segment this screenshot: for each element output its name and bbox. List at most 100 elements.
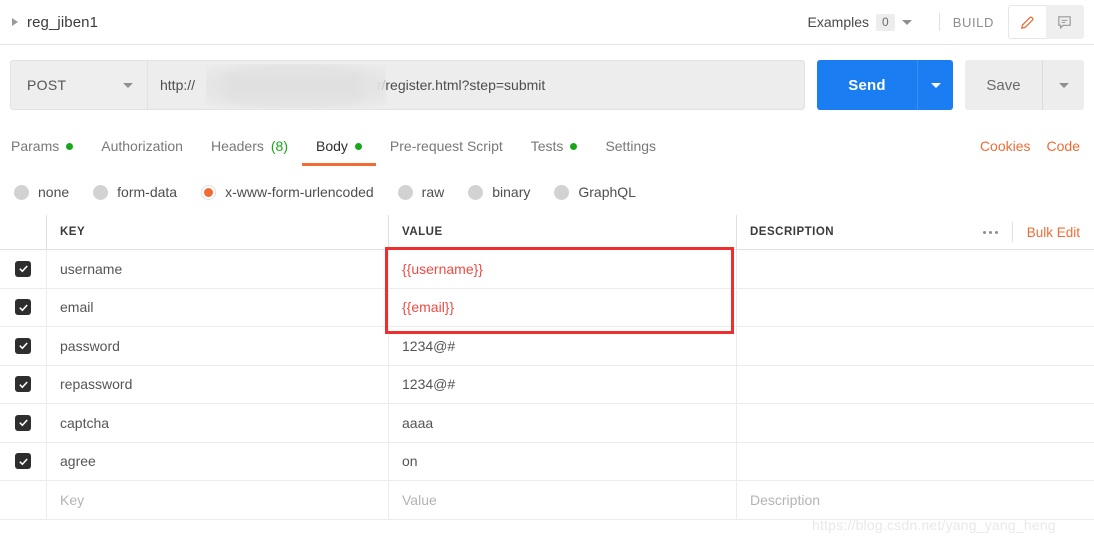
- http-method-select[interactable]: POST: [10, 60, 147, 110]
- url-text-suffix: er/register.html?step=submit: [369, 77, 546, 93]
- radio-icon[interactable]: [14, 184, 29, 200]
- table-row[interactable]: captcha aaaa: [0, 404, 1094, 443]
- radio-label: none: [38, 184, 70, 200]
- value-placeholder: Value: [402, 491, 437, 508]
- body-type-x-www-form-urlencoded[interactable]: x-www-form-urlencoded: [201, 184, 374, 200]
- save-options-button[interactable]: [1042, 60, 1084, 110]
- row-key-cell[interactable]: email: [47, 288, 389, 326]
- row-key-cell[interactable]: captcha: [47, 404, 389, 442]
- param-value: {{username}}: [402, 260, 483, 277]
- cookies-link[interactable]: Cookies: [980, 138, 1031, 154]
- radio-label: GraphQL: [578, 184, 636, 200]
- new-description-input[interactable]: Description: [737, 481, 1094, 519]
- param-value: aaaa: [402, 414, 434, 431]
- ellipsis-icon[interactable]: [969, 230, 1012, 234]
- row-description-cell[interactable]: [737, 327, 1094, 365]
- tab-tests[interactable]: Tests: [517, 126, 592, 166]
- send-options-button[interactable]: [917, 60, 953, 110]
- row-key-cell[interactable]: password: [47, 327, 389, 365]
- table-row[interactable]: password 1234@#: [0, 327, 1094, 366]
- examples-count-badge: 0: [876, 13, 895, 31]
- build-label: BUILD: [952, 14, 994, 30]
- checkbox-checked-icon[interactable]: [15, 414, 31, 431]
- table-row[interactable]: username {{username}}: [0, 250, 1094, 289]
- row-description-cell[interactable]: [737, 443, 1094, 481]
- key-placeholder: Key: [60, 491, 85, 508]
- checkbox-checked-icon[interactable]: [15, 453, 31, 470]
- param-key: email: [60, 299, 94, 316]
- tab-pre-request-script[interactable]: Pre-request Script: [376, 126, 517, 166]
- body-type-none[interactable]: none: [14, 184, 69, 200]
- row-value-cell[interactable]: 1234@#: [389, 327, 737, 365]
- row-checkbox-cell[interactable]: [0, 288, 47, 326]
- tab-headers[interactable]: Headers (8): [197, 126, 302, 166]
- checkbox-checked-icon[interactable]: [15, 299, 31, 316]
- tab-label: Tests: [530, 138, 564, 154]
- tab-authorization[interactable]: Authorization: [87, 126, 197, 166]
- table-empty-row[interactable]: Key Value Description: [0, 481, 1094, 520]
- param-key: captcha: [60, 414, 110, 431]
- row-value-cell[interactable]: {{email}}: [389, 288, 737, 326]
- row-description-cell[interactable]: [737, 366, 1094, 404]
- body-type-form-data[interactable]: form-data: [93, 184, 177, 200]
- body-type-graphql[interactable]: GraphQL: [554, 184, 636, 200]
- row-description-cell[interactable]: [737, 250, 1094, 288]
- param-value: 1234@#: [402, 376, 456, 393]
- column-header-label: KEY: [60, 226, 86, 238]
- http-method-value: POST: [27, 77, 67, 93]
- send-button[interactable]: Send: [817, 60, 917, 110]
- table-row[interactable]: repassword 1234@#: [0, 365, 1094, 404]
- code-link[interactable]: Code: [1047, 138, 1080, 154]
- row-checkbox-cell[interactable]: [0, 365, 47, 403]
- row-value-cell[interactable]: {{username}}: [389, 250, 737, 288]
- body-type-raw[interactable]: raw: [397, 184, 444, 200]
- tabs-right-links: Cookies Code: [980, 138, 1094, 154]
- request-title-group[interactable]: reg_jiben1: [0, 14, 98, 31]
- row-key-cell[interactable]: username: [47, 250, 389, 288]
- tab-settings[interactable]: Settings: [591, 126, 670, 166]
- row-value-cell[interactable]: on: [389, 442, 737, 480]
- tab-params[interactable]: Params: [11, 126, 87, 166]
- param-value: on: [402, 453, 418, 470]
- table-row[interactable]: agree on: [0, 442, 1094, 481]
- body-type-binary[interactable]: binary: [468, 184, 530, 200]
- comments-button[interactable]: [1046, 5, 1084, 39]
- row-description-cell[interactable]: [737, 289, 1094, 327]
- caret-right-icon[interactable]: [12, 18, 18, 26]
- edit-mode-button[interactable]: [1008, 5, 1046, 39]
- table-header-row: KEY VALUE DESCRIPTION Bulk Edit: [0, 215, 1094, 250]
- row-value-cell[interactable]: 1234@#: [389, 365, 737, 403]
- checkbox-checked-icon[interactable]: [15, 260, 31, 277]
- row-key-cell[interactable]: repassword: [47, 365, 389, 403]
- row-checkbox-cell[interactable]: [0, 442, 47, 480]
- save-button[interactable]: Save: [965, 60, 1042, 110]
- table-row[interactable]: email {{email}}: [0, 288, 1094, 327]
- new-value-input[interactable]: Value: [389, 481, 737, 519]
- bulk-edit-button[interactable]: Bulk Edit: [1013, 225, 1080, 240]
- pencil-icon: [1020, 16, 1034, 29]
- row-checkbox-cell[interactable]: [0, 327, 47, 365]
- tab-body[interactable]: Body: [302, 126, 376, 166]
- url-bar: POST http:// er/register.html?step=submi…: [10, 60, 1084, 110]
- radio-icon[interactable]: [93, 184, 109, 200]
- chevron-down-icon[interactable]: [123, 82, 133, 88]
- radio-icon[interactable]: [468, 184, 484, 200]
- radio-selected-icon[interactable]: [201, 184, 217, 200]
- row-checkbox-cell[interactable]: [0, 250, 47, 288]
- param-key: username: [60, 260, 123, 277]
- checkbox-checked-icon[interactable]: [15, 376, 31, 393]
- tab-label: Body: [316, 138, 348, 154]
- examples-dropdown[interactable]: Examples 0: [808, 13, 926, 31]
- header-cell-checkbox: [0, 215, 47, 249]
- row-checkbox-cell[interactable]: [0, 404, 47, 442]
- url-input[interactable]: http:// er/register.html?step=submit: [147, 60, 805, 110]
- checkbox-checked-icon[interactable]: [15, 337, 31, 354]
- row-key-cell[interactable]: agree: [47, 442, 389, 480]
- radio-icon[interactable]: [397, 184, 413, 200]
- chevron-down-icon[interactable]: [901, 19, 912, 25]
- new-key-input[interactable]: Key: [47, 481, 389, 519]
- radio-icon[interactable]: [554, 184, 570, 200]
- row-description-cell[interactable]: [737, 404, 1094, 442]
- row-value-cell[interactable]: aaaa: [389, 404, 737, 442]
- chevron-down-icon: [1058, 82, 1069, 88]
